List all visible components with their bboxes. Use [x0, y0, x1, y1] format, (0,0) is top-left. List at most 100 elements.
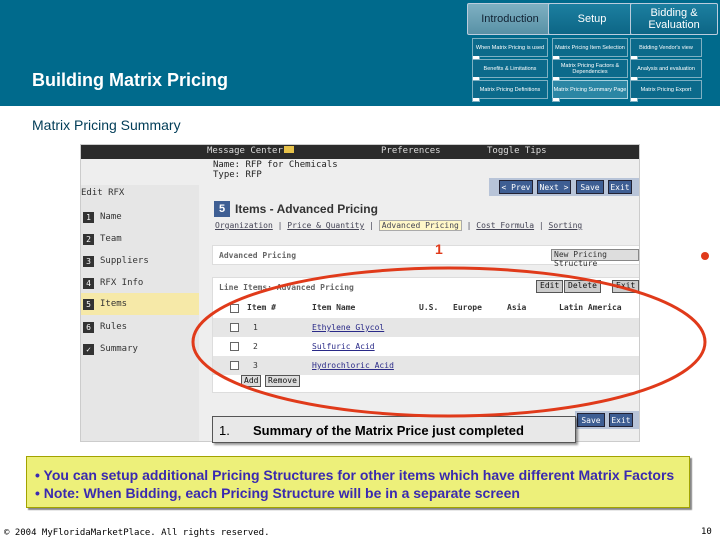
select-all-checkbox[interactable] [230, 304, 239, 313]
subnav-factors[interactable]: Matrix Pricing Factors & Dependencies [552, 59, 628, 81]
table-row: 1 Ethylene Glycol [213, 318, 639, 337]
nav-item-team[interactable]: 2 Team [81, 229, 199, 249]
col-asia: Asia [507, 303, 527, 312]
item-link[interactable]: Sulfuric Acid [312, 342, 375, 351]
subnav-definitions[interactable]: Matrix Pricing Definitions [472, 80, 548, 102]
next-button[interactable]: Next > [537, 180, 571, 194]
page-number: 10 [701, 527, 712, 537]
slide: Introduction Setup Bidding & Evaluation … [0, 0, 720, 540]
nav-number: 2 [83, 233, 94, 245]
tab-organization[interactable]: Organization [215, 221, 273, 230]
exit-button[interactable]: Exit [608, 180, 632, 194]
delete-button[interactable]: Delete [564, 280, 601, 293]
caption-number: 1. [219, 423, 230, 438]
prev-button[interactable]: < Prev [499, 180, 533, 194]
toggle-tips-link[interactable]: Toggle Tips [487, 146, 547, 156]
col-item-name: Item Name [312, 303, 356, 312]
step-badge: 5 [214, 201, 230, 217]
nav-number: 4 [83, 277, 94, 289]
phase-setup-label: Setup [577, 13, 607, 25]
nav-label: Rules [100, 322, 128, 332]
check-icon: ✓ [83, 343, 94, 355]
nav-label: Items [100, 299, 128, 309]
advanced-pricing-label: Advanced Pricing [219, 251, 297, 260]
table-title: Line Items: Advanced Pricing [219, 283, 354, 292]
subnav-label: Bidding Vendor's view [639, 44, 693, 51]
subnav-label: Matrix Pricing Item Selection [555, 44, 625, 51]
nav-item-suppliers[interactable]: 3 Suppliers [81, 251, 199, 271]
nav-number: 5 [83, 298, 94, 310]
nav-label: RFX Info [100, 278, 144, 288]
envelope-icon [284, 146, 294, 153]
table-exit-button[interactable]: Exit [612, 280, 639, 293]
header-banner: Introduction Setup Bidding & Evaluation … [0, 0, 720, 106]
subnav-summary-page[interactable]: Matrix Pricing Summary Page [552, 80, 628, 102]
nav-label: Name [100, 212, 122, 222]
row-number: 3 [253, 361, 258, 370]
nav-item-items[interactable]: 5 Items [81, 293, 199, 315]
banner-title: Building Matrix Pricing [32, 70, 229, 90]
row-checkbox[interactable] [230, 323, 239, 332]
nav-item-rfx-info[interactable]: 4 RFX Info [81, 273, 199, 293]
row-number: 2 [253, 342, 258, 351]
step-title: Items - Advanced Pricing [235, 202, 378, 216]
nav-number: 1 [83, 211, 94, 223]
item-link[interactable]: Hydrochloric Acid [312, 361, 394, 370]
phase-introduction[interactable]: Introduction [467, 3, 553, 35]
subnav-vendor-view[interactable]: Bidding Vendor's view [630, 38, 702, 60]
rfx-type: Type: RFP [213, 170, 262, 180]
phase-bidding-evaluation[interactable]: Bidding & Evaluation [630, 3, 718, 35]
add-button[interactable]: Add [241, 375, 262, 387]
table-row: 2 Sulfuric Acid [213, 337, 639, 356]
highlight-dot [701, 252, 709, 260]
app-top-bar: Message Center Preferences Toggle Tips [81, 145, 639, 159]
callout-caption: 1. Summary of the Matrix Price just comp… [212, 416, 576, 443]
subnav-label: Analysis and evaluation [637, 65, 695, 72]
edit-button[interactable]: Edit [536, 280, 564, 293]
row-number: 1 [253, 323, 258, 332]
section-title: Matrix Pricing Summary [32, 117, 181, 133]
nav-item-name[interactable]: 1 Name [81, 207, 199, 227]
tab-advanced-pricing[interactable]: Advanced Pricing [378, 220, 462, 231]
note-separate-screen: • Note: When Bidding, each Pricing Struc… [35, 485, 520, 501]
nav-label: Suppliers [100, 256, 149, 266]
phase-introduction-label: Introduction [481, 13, 539, 25]
subnav-benefits[interactable]: Benefits & Limitations [472, 59, 548, 81]
save-button[interactable]: Save [576, 180, 604, 194]
nav-item-rules[interactable]: 6 Rules [81, 317, 199, 337]
subnav-export[interactable]: Matrix Pricing Export [630, 80, 702, 102]
bottom-exit-button[interactable]: Exit [609, 413, 633, 427]
nav-label: Summary [100, 344, 138, 354]
remove-button[interactable]: Remove [265, 375, 300, 387]
subnav-label: Matrix Pricing Definitions [479, 86, 541, 93]
notes-box: • You can setup additional Pricing Struc… [26, 456, 690, 508]
tab-price-quantity[interactable]: Price & Quantity [287, 221, 364, 230]
subnav-when-used[interactable]: When Matrix Pricing is used [472, 38, 548, 60]
tab-sorting[interactable]: Sorting [549, 221, 583, 230]
note-setup-structures: • You can setup additional Pricing Struc… [35, 467, 675, 483]
phase-setup[interactable]: Setup [548, 3, 636, 35]
subnav-label: When Matrix Pricing is used [475, 44, 545, 51]
nav-item-summary[interactable]: ✓ Summary [81, 339, 199, 359]
row-checkbox[interactable] [230, 342, 239, 351]
rfx-name: Name: RFP for Chemicals [213, 160, 338, 170]
item-link[interactable]: Ethylene Glycol [312, 323, 384, 332]
items-tabs: Organization | Price & Quantity | Advanc… [215, 220, 583, 231]
tab-cost-formula[interactable]: Cost Formula [476, 221, 534, 230]
col-us: U.S. [419, 303, 439, 312]
preferences-link[interactable]: Preferences [381, 146, 441, 156]
copyright: © 2004 MyFloridaMarketPlace. All rights … [4, 528, 270, 538]
phase-bidding-label: Bidding & Evaluation [648, 7, 700, 31]
row-checkbox[interactable] [230, 361, 239, 370]
subnav-analysis[interactable]: Analysis and evaluation [630, 59, 702, 81]
bottom-save-button[interactable]: Save [577, 413, 605, 427]
nav-number: 3 [83, 255, 94, 267]
subnav-label: Benefits & Limitations [483, 65, 537, 72]
message-center-link[interactable]: Message Center [207, 146, 283, 156]
rfx-info: Name: RFP for Chemicals Type: RFP [213, 160, 338, 180]
nav-label: Team [100, 234, 122, 244]
new-pricing-structure-button[interactable]: New Pricing Structure [551, 249, 639, 268]
subnav-label: Matrix Pricing Factors & Dependencies [560, 62, 620, 75]
col-item-number: Item # [247, 303, 276, 312]
subnav-item-selection[interactable]: Matrix Pricing Item Selection [552, 38, 628, 60]
